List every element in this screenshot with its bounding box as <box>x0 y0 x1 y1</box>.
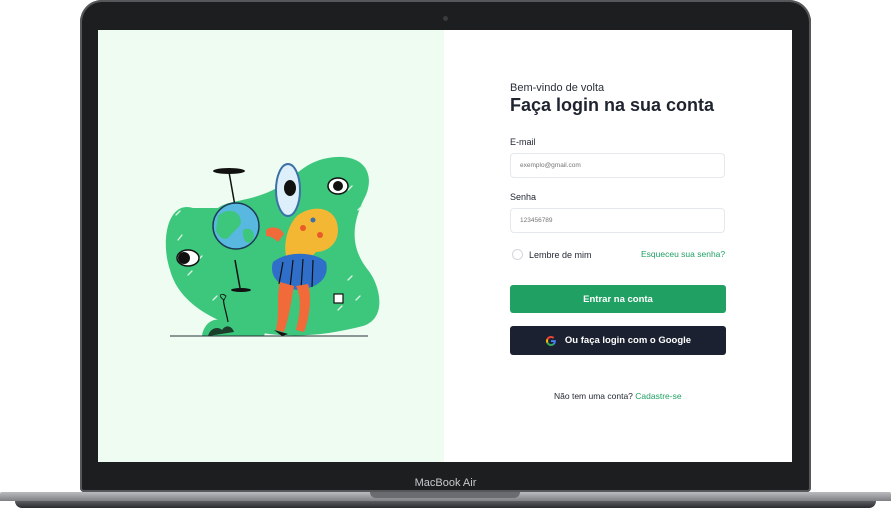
password-field[interactable] <box>510 208 725 233</box>
device-label: MacBook Air <box>414 477 477 489</box>
welcome-text: Bem-vindo de volta <box>510 82 605 94</box>
person-with-globe-illustration <box>165 156 380 337</box>
laptop-base <box>0 492 891 512</box>
illustration-panel <box>98 30 444 462</box>
forgot-password-link[interactable]: Esqueceu sua senha? <box>641 249 725 259</box>
screen: Bem-vindo de volta Faça login na sua con… <box>98 30 792 462</box>
google-icon <box>545 335 556 346</box>
camera-icon <box>443 16 448 21</box>
signup-prompt-text: Não tem uma conta? <box>554 391 633 401</box>
google-login-label: Ou faça login com o Google <box>564 335 692 346</box>
page-title: Faça login na sua conta <box>510 95 715 115</box>
signup-link[interactable]: Cadastre-se <box>635 391 681 401</box>
password-label: Senha <box>510 192 537 202</box>
google-login-button[interactable]: Ou faça login com o Google <box>510 326 726 355</box>
base-notch <box>370 492 520 498</box>
remember-me-label: Lembre de mim <box>529 249 592 260</box>
login-button[interactable]: Entrar na conta <box>510 285 726 313</box>
signup-prompt: Não tem uma conta? Cadastre-se <box>554 391 682 401</box>
email-field[interactable] <box>510 153 725 178</box>
base-bottom <box>15 501 876 508</box>
email-label: E-mail <box>510 137 536 147</box>
radio-icon[interactable] <box>512 249 523 260</box>
remember-me-checkbox[interactable]: Lembre de mim <box>512 249 592 260</box>
login-panel: Bem-vindo de volta Faça login na sua con… <box>444 30 792 462</box>
